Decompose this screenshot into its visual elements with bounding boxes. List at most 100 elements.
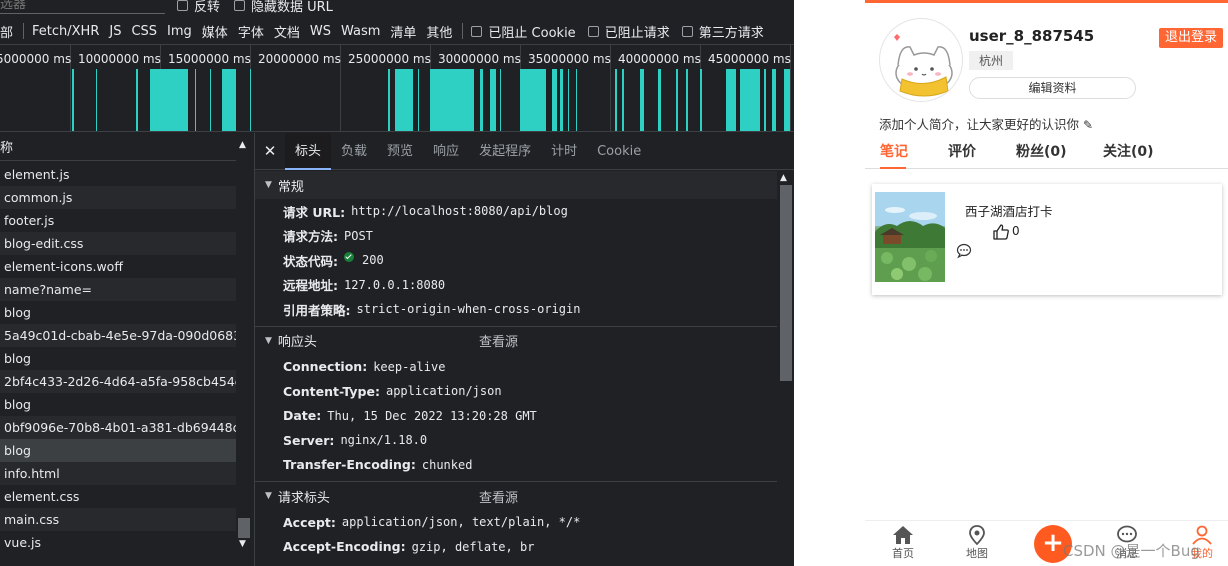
request-row[interactable]: blog xyxy=(0,393,236,416)
request-row[interactable]: footer.js xyxy=(0,209,236,232)
request-row[interactable]: 0bf9096e-70b8-4b01-a381-db69448cd0... xyxy=(0,416,236,439)
type-filter-fetch-xhr[interactable]: Fetch/XHR xyxy=(32,24,99,39)
request-row[interactable]: main.css xyxy=(0,508,236,531)
type-filter-bar: 部 Fetch/XHR JS CSS Img 媒体 字体 文档 WS Wasm … xyxy=(0,19,794,43)
tab-cookies[interactable]: Cookie xyxy=(587,133,651,170)
blocked-requests-checkbox[interactable]: 已阻止请求 xyxy=(587,22,670,41)
name-column-header[interactable]: 称 xyxy=(0,133,254,161)
tab-notes[interactable]: 笔记 xyxy=(880,141,908,161)
tab-initiator[interactable]: 发起程序 xyxy=(469,133,541,170)
request-row[interactable]: element-icons.woff xyxy=(0,255,236,278)
tab-headers[interactable]: 标头 xyxy=(285,132,332,170)
request-row[interactable]: 5a49c01d-cbab-4e5e-97da-090d0683d... xyxy=(0,324,236,347)
request-headers-header[interactable]: ▼ 请求标头 查看源 xyxy=(255,482,777,510)
tab-reviews[interactable]: 评价 xyxy=(948,141,976,161)
scrollbar-thumb[interactable] xyxy=(780,185,792,381)
request-row[interactable]: blog xyxy=(0,439,236,462)
timeline-bar xyxy=(418,69,419,131)
request-header-row: Accept-Encoding: gzip, deflate, br xyxy=(255,535,777,560)
type-filter-doc[interactable]: 文档 xyxy=(274,22,300,41)
response-header-row: Server: nginx/1.18.0 xyxy=(255,428,777,453)
scroll-up-icon[interactable]: ▲ xyxy=(239,140,246,150)
type-filter-media[interactable]: 媒体 xyxy=(202,22,228,41)
invert-checkbox[interactable]: 反转 xyxy=(177,0,220,15)
edit-pencil-icon[interactable]: ✎ xyxy=(1083,118,1093,132)
nav-map[interactable]: 地图 xyxy=(957,525,997,561)
type-filter-other[interactable]: 其他 xyxy=(426,22,452,41)
response-headers-header[interactable]: ▼ 响应头 查看源 xyxy=(255,327,777,355)
third-party-checkbox[interactable]: 第三方请求 xyxy=(681,22,764,41)
header-value: chunked xyxy=(421,457,473,472)
details-scrollbar[interactable]: ▲ xyxy=(777,171,794,566)
timeline-bar xyxy=(150,69,188,131)
request-row[interactable]: info.html xyxy=(0,462,236,485)
profile-intro[interactable]: 添加个人简介，让大家更好的认识你 ✎ xyxy=(879,114,1093,133)
intro-text: 添加个人简介，让大家更好的认识你 xyxy=(879,117,1080,132)
request-row[interactable]: name?name= xyxy=(0,278,236,301)
type-filter-manifest[interactable]: 清单 xyxy=(390,22,416,41)
tab-timing[interactable]: 计时 xyxy=(541,133,587,170)
triangle-down-icon: ▼ xyxy=(265,180,272,190)
type-filter-js[interactable]: JS xyxy=(109,24,121,39)
type-filter-img[interactable]: Img xyxy=(167,24,192,39)
header-key: 请求方法: xyxy=(283,229,338,245)
timeline-bar xyxy=(250,69,251,131)
request-row[interactable]: 2bf4c433-2d26-4d64-a5fa-958cb454d0... xyxy=(0,370,236,393)
timeline-bar xyxy=(560,69,563,131)
header-key: Date: xyxy=(283,408,322,424)
header-value: Thu, 15 Dec 2022 13:20:28 GMT xyxy=(327,408,537,423)
type-filter-css[interactable]: CSS xyxy=(131,24,157,39)
request-row[interactable]: element.js xyxy=(0,163,236,186)
request-row[interactable]: blog xyxy=(0,301,236,324)
logout-button[interactable]: 退出登录 xyxy=(1159,28,1223,48)
scroll-up-icon[interactable]: ▲ xyxy=(780,173,787,183)
request-row[interactable]: blog-edit.css xyxy=(0,232,236,255)
thumbs-up-icon[interactable] xyxy=(992,223,1010,245)
note-card[interactable]: 西子湖酒店打卡 0 xyxy=(872,184,1222,295)
request-row[interactable]: vue.js xyxy=(0,531,236,554)
tick-label: 45000000 ms xyxy=(708,52,791,66)
type-filter-all[interactable]: 部 xyxy=(0,22,13,41)
comment-icon[interactable] xyxy=(956,243,972,263)
timeline-bar xyxy=(430,69,474,131)
request-row[interactable]: common.js xyxy=(0,186,236,209)
header-key: Content-Type: xyxy=(283,383,380,399)
header-key: 引用者策略: xyxy=(283,302,351,318)
tab-following[interactable]: 关注(0) xyxy=(1103,141,1154,161)
general-section-header[interactable]: ▼ 常规 xyxy=(255,171,777,199)
request-row[interactable]: element.css xyxy=(0,485,236,508)
note-thumbnail[interactable] xyxy=(875,192,945,282)
view-source-link[interactable]: 查看源 xyxy=(479,487,518,506)
blocked-cookies-checkbox[interactable]: 已阻止 Cookie xyxy=(471,22,576,41)
request-row[interactable]: blog xyxy=(0,347,236,370)
close-icon[interactable]: ✕ xyxy=(255,142,285,160)
network-timeline[interactable]: 5000000 ms 10000000 ms 15000000 ms 20000… xyxy=(0,44,794,132)
profile-tabs: 笔记 评价 粉丝(0) 关注(0) xyxy=(865,139,1228,169)
tick-label: 35000000 ms xyxy=(528,52,611,66)
type-filter-ws[interactable]: WS xyxy=(310,24,331,39)
type-filter-font[interactable]: 字体 xyxy=(238,22,264,41)
header-key: Server: xyxy=(283,432,335,448)
hide-data-urls-checkbox[interactable]: 隐藏数据 URL xyxy=(234,0,333,15)
edit-profile-button[interactable]: 编辑资料 xyxy=(969,77,1136,99)
tab-preview[interactable]: 预览 xyxy=(377,133,423,170)
view-source-link[interactable]: 查看源 xyxy=(479,331,518,350)
nav-home[interactable]: 首页 xyxy=(883,525,923,561)
request-headers-section: ▼ 请求标头 查看源 Accept: application/json, text/p… xyxy=(255,482,777,559)
tab-response[interactable]: 响应 xyxy=(423,133,469,170)
cat-avatar-icon xyxy=(894,34,953,97)
timeline-bar xyxy=(520,69,546,131)
timeline-bar xyxy=(72,69,74,131)
divider xyxy=(462,23,464,39)
type-filter-wasm[interactable]: Wasm xyxy=(341,24,380,39)
avatar[interactable] xyxy=(879,18,963,102)
header-key: Accept-Encoding: xyxy=(283,539,406,555)
note-title[interactable]: 西子湖酒店打卡 xyxy=(965,201,1053,220)
scroll-down-icon[interactable]: ▼ xyxy=(239,539,246,549)
filter-input[interactable] xyxy=(0,0,165,14)
tab-payload[interactable]: 负载 xyxy=(331,133,377,170)
tab-fans[interactable]: 粉丝(0) xyxy=(1016,141,1067,161)
request-list-scrollbar[interactable]: ▲ ▼ xyxy=(236,133,254,566)
header-value: 200 xyxy=(362,253,384,268)
scrollbar-thumb[interactable] xyxy=(238,518,250,538)
